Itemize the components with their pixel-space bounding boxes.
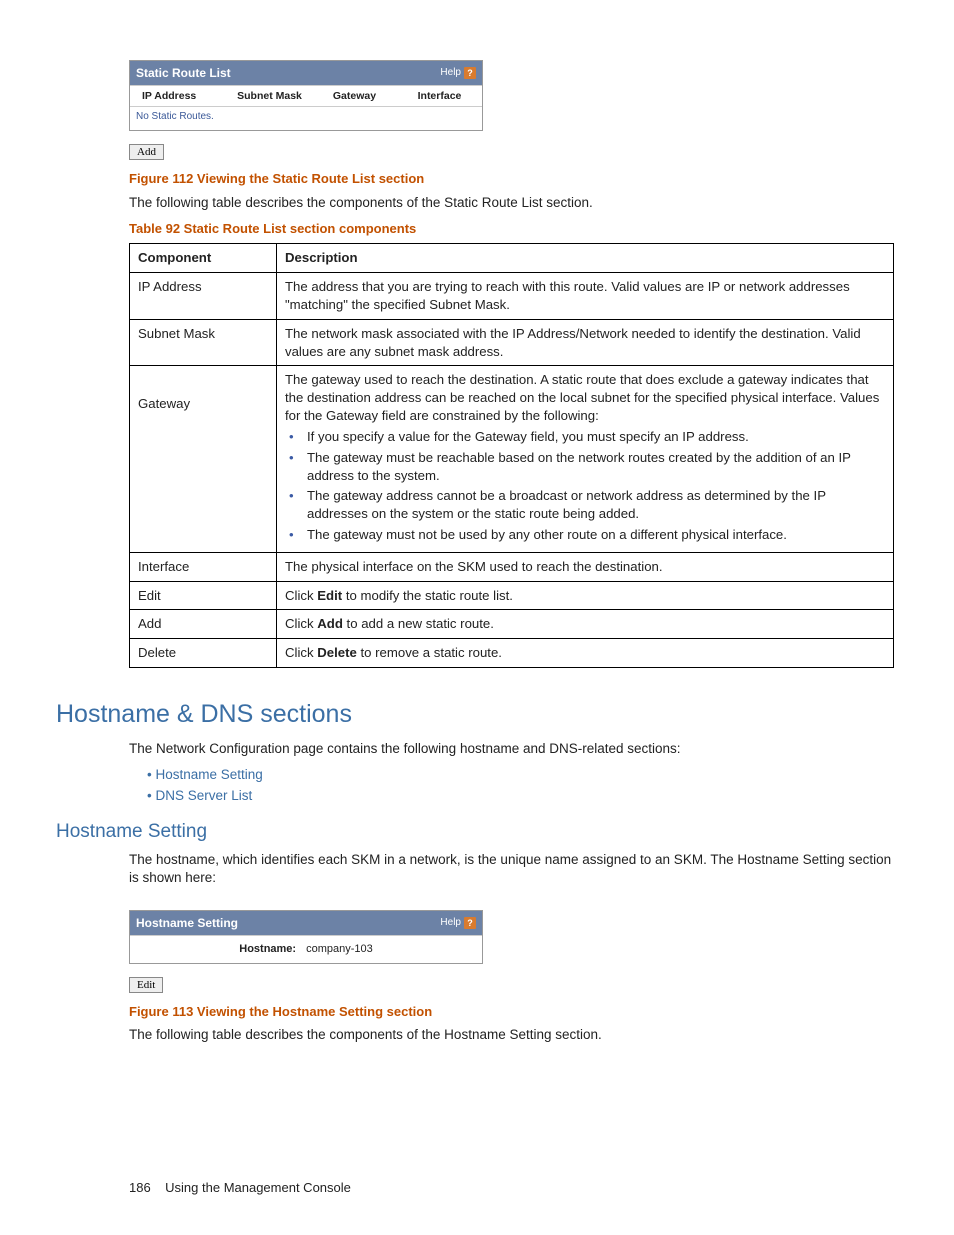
col-ip: IP Address	[130, 89, 227, 103]
edit-button[interactable]: Edit	[129, 977, 163, 993]
h1-intro: The Network Configuration page contains …	[129, 740, 894, 758]
column-headers: IP Address Subnet Mask Gateway Interface	[130, 85, 482, 106]
row-edit-desc: Click Edit to modify the static route li…	[277, 581, 894, 610]
row-gateway-name: Gateway	[130, 366, 277, 552]
row-del-desc: Click Delete to remove a static route.	[277, 639, 894, 668]
hostname-setting-heading: Hostname Setting	[56, 819, 894, 845]
figure-112-desc: The following table describes the compon…	[129, 194, 894, 212]
hostname-row: Hostname: company-103	[130, 935, 482, 963]
gateway-b2: The gateway must be reachable based on t…	[303, 449, 885, 485]
hostname-value: company-103	[306, 942, 373, 957]
hostname-dns-heading: Hostname & DNS sections	[56, 698, 894, 732]
col-gateway: Gateway	[312, 89, 397, 103]
panel-title: Static Route List	[136, 65, 231, 81]
row-mask-name: Subnet Mask	[130, 319, 277, 366]
hostname-panel: Hostname Setting Help ? Hostname: compan…	[129, 910, 483, 964]
gateway-b4: The gateway must not be used by any othe…	[303, 526, 885, 544]
empty-state: No Static Routes.	[130, 106, 482, 130]
th-description: Description	[277, 244, 894, 273]
help-icon: ?	[464, 917, 476, 929]
page-number: 186	[129, 1180, 151, 1195]
footer-title: Using the Management Console	[165, 1180, 351, 1195]
link-dns-server-list[interactable]: DNS Server List	[147, 787, 894, 805]
hostname-panel-title: Hostname Setting	[136, 915, 238, 931]
table-92: Component Description IP Address The add…	[129, 243, 894, 668]
h2-intro: The hostname, which identifies each SKM …	[129, 851, 894, 887]
figure-112-caption: Figure 112 Viewing the Static Route List…	[129, 170, 894, 188]
help-text: Help	[440, 66, 461, 80]
gateway-b3: The gateway address cannot be a broadcas…	[303, 487, 885, 523]
row-gateway-desc: The gateway used to reach the destinatio…	[277, 366, 894, 552]
add-button[interactable]: Add	[129, 144, 164, 160]
col-iface: Interface	[397, 89, 482, 103]
link-hostname-setting[interactable]: Hostname Setting	[147, 766, 894, 784]
help-link[interactable]: Help ?	[440, 916, 476, 930]
help-link[interactable]: Help ?	[440, 66, 476, 80]
figure-113-desc: The following table describes the compon…	[129, 1026, 894, 1044]
col-mask: Subnet Mask	[227, 89, 312, 103]
th-component: Component	[130, 244, 277, 273]
table-92-caption: Table 92 Static Route List section compo…	[129, 220, 894, 238]
row-iface-desc: The physical interface on the SKM used t…	[277, 552, 894, 581]
row-ip-desc: The address that you are trying to reach…	[277, 273, 894, 320]
row-add-name: Add	[130, 610, 277, 639]
gateway-intro: The gateway used to reach the destinatio…	[285, 372, 879, 423]
page-footer: 186 Using the Management Console	[129, 1179, 351, 1197]
row-del-name: Delete	[130, 639, 277, 668]
figure-113-caption: Figure 113 Viewing the Hostname Setting …	[129, 1003, 894, 1021]
gateway-b1: If you specify a value for the Gateway f…	[303, 428, 885, 446]
help-icon: ?	[464, 67, 476, 79]
static-route-panel: Static Route List Help ? IP Address Subn…	[129, 60, 483, 131]
row-ip-name: IP Address	[130, 273, 277, 320]
help-text: Help	[440, 916, 461, 930]
row-add-desc: Click Add to add a new static route.	[277, 610, 894, 639]
section-links: Hostname Setting DNS Server List	[147, 766, 894, 805]
row-iface-name: Interface	[130, 552, 277, 581]
hostname-label: Hostname:	[239, 942, 296, 957]
row-edit-name: Edit	[130, 581, 277, 610]
hostname-panel-header: Hostname Setting Help ?	[130, 911, 482, 935]
panel-header: Static Route List Help ?	[130, 61, 482, 85]
row-mask-desc: The network mask associated with the IP …	[277, 319, 894, 366]
